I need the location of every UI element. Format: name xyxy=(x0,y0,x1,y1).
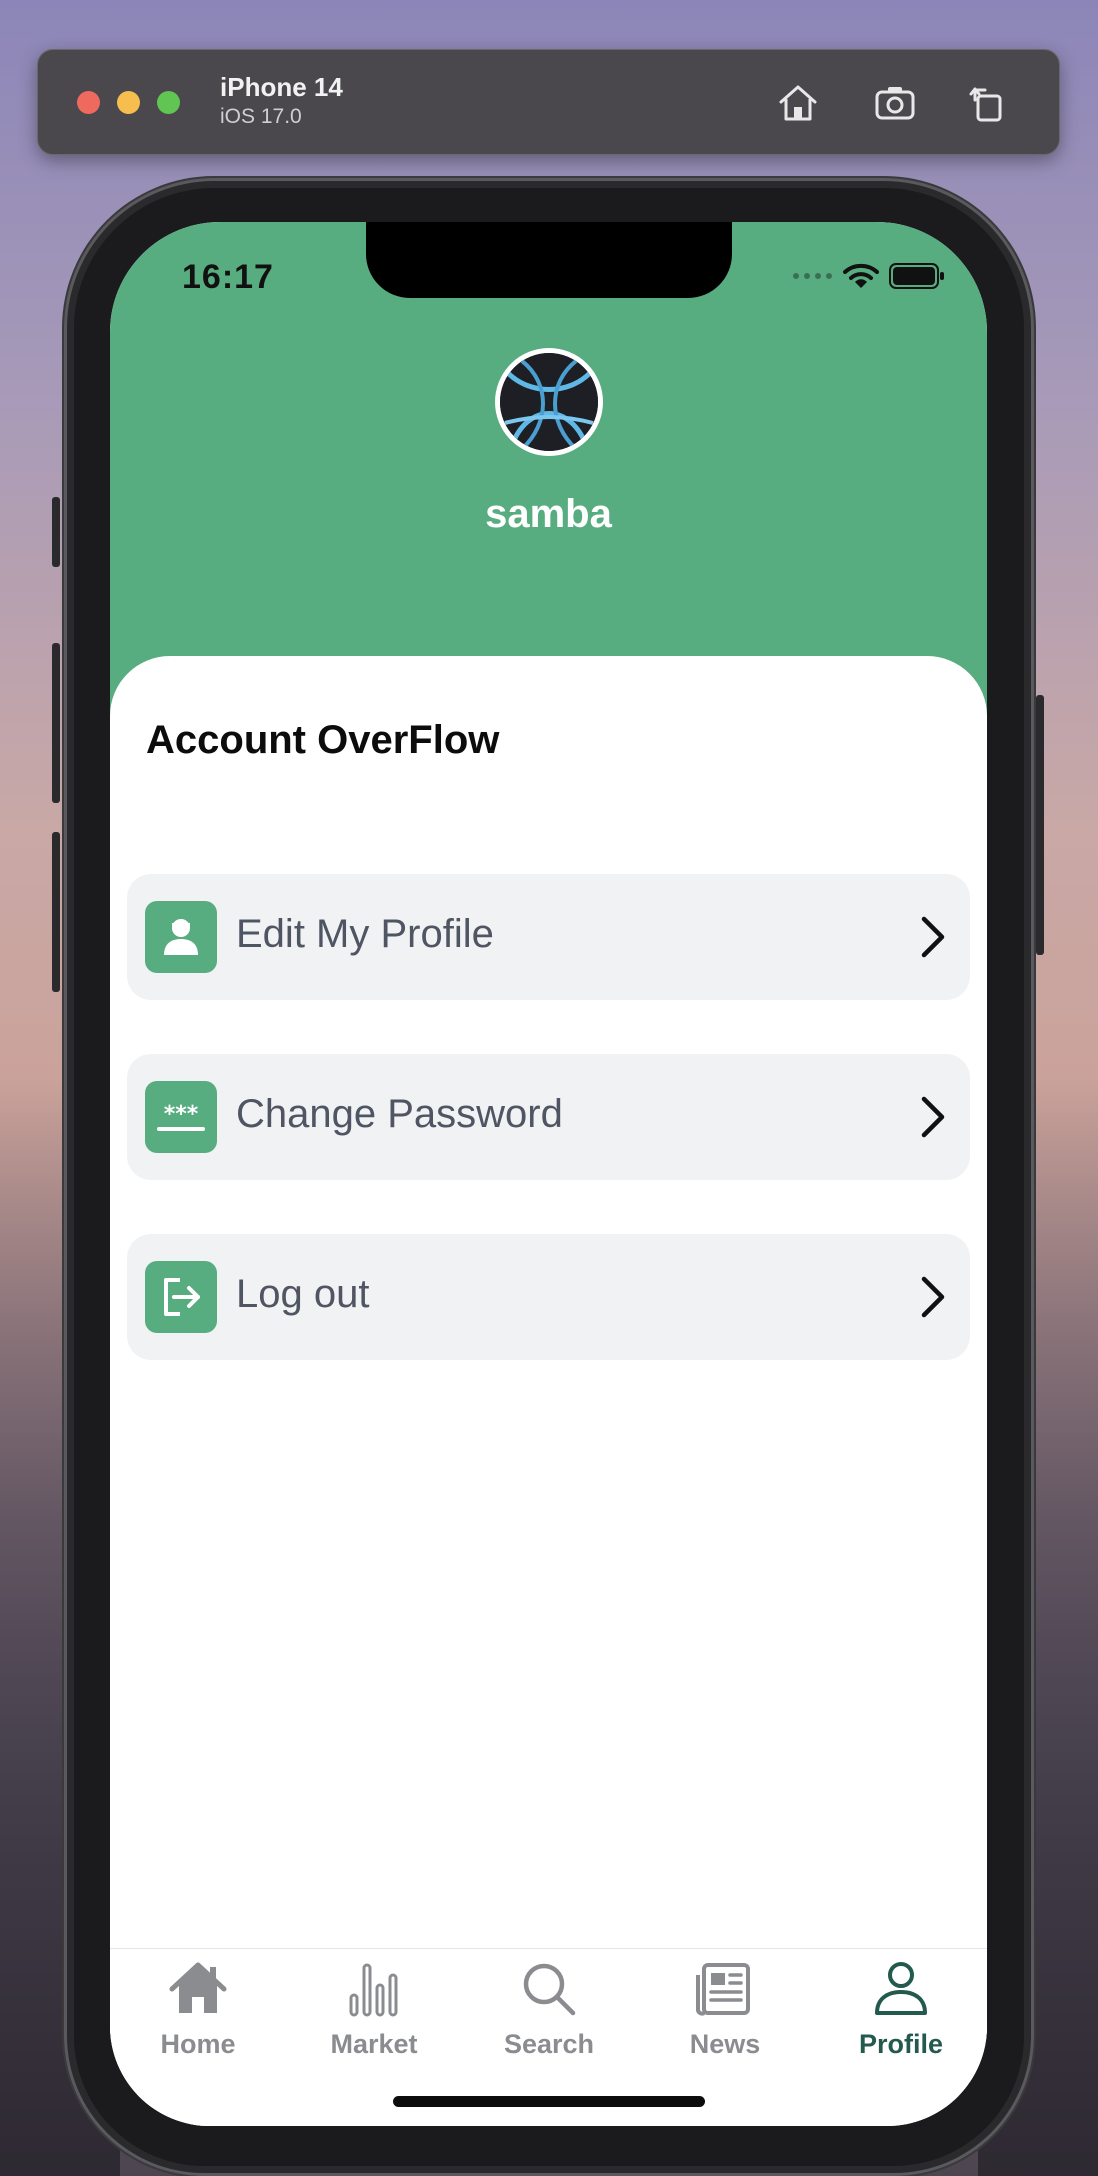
search-icon xyxy=(523,1963,576,2016)
battery-icon xyxy=(889,263,944,289)
wifi-icon xyxy=(843,263,879,288)
chevron-right-icon xyxy=(921,1096,945,1138)
account-panel: Account OverFlow Edit My Profile *** Cha… xyxy=(110,656,987,2126)
svg-text:***: *** xyxy=(164,1102,199,1127)
avatar-image xyxy=(500,353,598,451)
logout-icon xyxy=(145,1261,217,1333)
tab-home[interactable]: Home xyxy=(123,1957,273,2060)
mute-switch xyxy=(52,497,60,567)
volume-down-button xyxy=(52,832,60,992)
simulator-toolbar: iPhone 14 iOS 17.0 xyxy=(37,49,1060,155)
newspaper-icon xyxy=(696,1963,750,2016)
tab-label: Market xyxy=(330,2029,418,2059)
zoom-window-button[interactable] xyxy=(157,91,180,114)
signal-dots-icon xyxy=(793,272,833,280)
power-button xyxy=(1036,695,1044,955)
tab-profile[interactable]: Profile xyxy=(826,1957,976,2060)
tab-label: Profile xyxy=(858,2029,944,2059)
tab-market[interactable]: Market xyxy=(299,1957,449,2060)
screenshot-icon[interactable] xyxy=(872,80,918,126)
notch xyxy=(366,222,732,298)
volume-up-button xyxy=(52,643,60,803)
menu-item-label: Log out xyxy=(236,1272,370,1316)
tab-news[interactable]: News xyxy=(650,1957,800,2060)
home-icon[interactable] xyxy=(775,80,821,126)
edit-profile-button[interactable]: Edit My Profile xyxy=(127,874,970,1000)
close-window-button[interactable] xyxy=(77,91,100,114)
change-password-button[interactable]: *** Change Password xyxy=(127,1054,970,1180)
person-icon xyxy=(875,1962,927,2015)
menu-item-label: Edit My Profile xyxy=(236,912,494,956)
os-version: iOS 17.0 xyxy=(220,105,302,128)
minimize-window-button[interactable] xyxy=(117,91,140,114)
menu-item-label: Change Password xyxy=(236,1092,563,1136)
password-icon: *** xyxy=(145,1081,217,1153)
rotate-icon[interactable] xyxy=(965,80,1011,126)
tab-label: Home xyxy=(160,2029,236,2059)
tab-label: Search xyxy=(503,2029,595,2059)
section-title: Account OverFlow xyxy=(146,718,500,762)
user-icon xyxy=(145,901,217,973)
avatar[interactable] xyxy=(495,348,603,456)
chevron-right-icon xyxy=(921,916,945,958)
status-time: 16:17 xyxy=(182,258,274,296)
device-name: iPhone 14 xyxy=(220,72,343,102)
tab-search[interactable]: Search xyxy=(474,1957,624,2060)
username: samba xyxy=(485,492,612,536)
home-indicator[interactable] xyxy=(393,2096,705,2107)
phone-screen: 16:17 samba Account OverFlow Edit My Pro… xyxy=(110,222,987,2126)
home-icon xyxy=(169,1962,227,2013)
chevron-right-icon xyxy=(921,1276,945,1318)
chart-bars-icon xyxy=(349,1963,398,2017)
status-icons xyxy=(793,262,945,290)
tab-label: News xyxy=(689,2029,761,2059)
logout-button[interactable]: Log out xyxy=(127,1234,970,1360)
